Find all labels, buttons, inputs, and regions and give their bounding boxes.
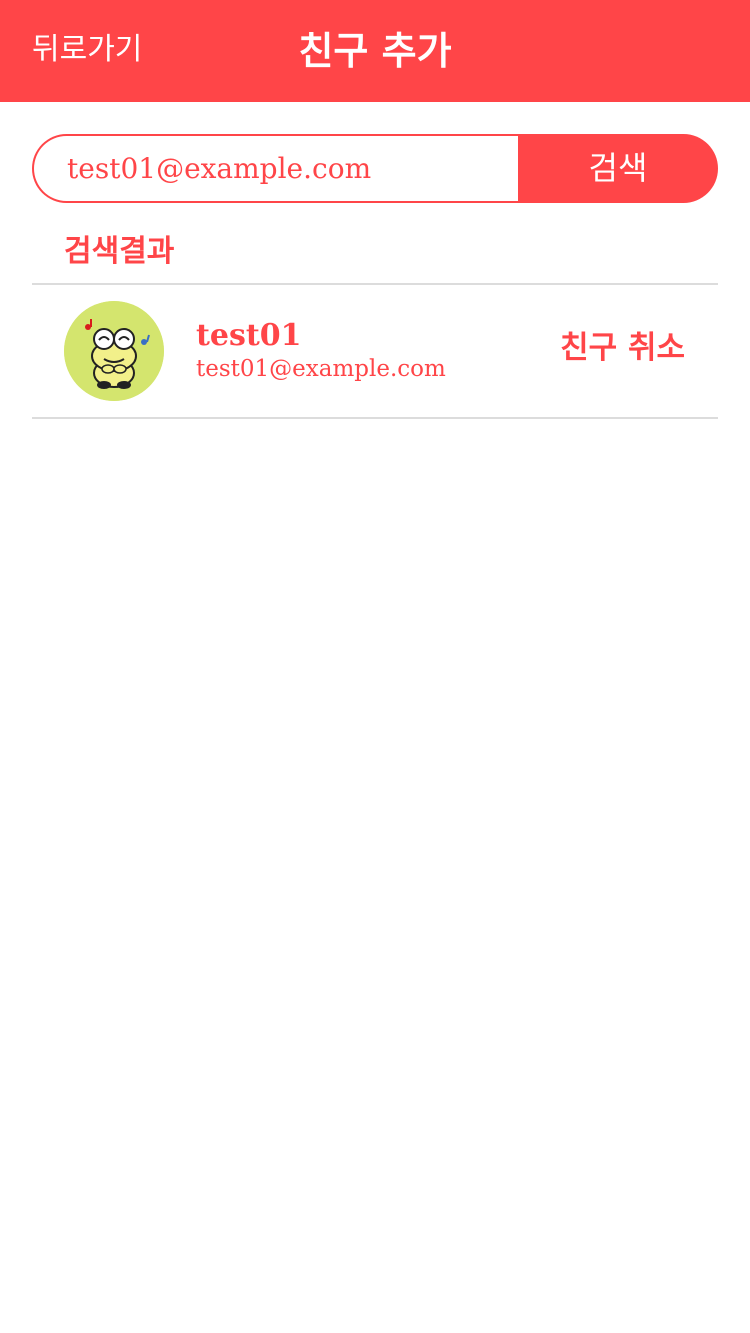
header-bar: 뒤로가기 친구 추가 (0, 0, 750, 102)
search-button[interactable]: 검색 (518, 134, 718, 203)
divider (32, 283, 718, 285)
page-title: 친구 추가 (298, 29, 452, 73)
frog-avatar-icon (64, 301, 164, 401)
divider (32, 417, 718, 419)
list-item: test01 test01@example.com 친구 취소 (32, 286, 718, 417)
search-results-title: 검색결과 (64, 234, 175, 269)
search-bar: 검색 (32, 134, 718, 203)
cancel-friend-button[interactable]: 친구 취소 (560, 328, 685, 368)
result-user-email: test01@example.com (196, 356, 446, 382)
result-user-name: test01 (196, 318, 302, 353)
search-input[interactable] (32, 134, 519, 203)
